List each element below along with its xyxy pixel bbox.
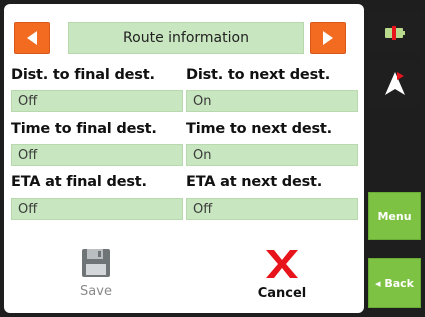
dist-final-toggle[interactable]: Off bbox=[11, 90, 183, 112]
time-final-toggle[interactable]: Off bbox=[11, 144, 183, 166]
prev-page-button[interactable] bbox=[14, 22, 50, 54]
cancel-label: Cancel bbox=[257, 286, 307, 301]
left-arrow-icon bbox=[27, 31, 37, 45]
menu-button[interactable]: Menu bbox=[368, 192, 421, 240]
page-title: Route information bbox=[68, 22, 304, 54]
back-button[interactable]: ◂ Back bbox=[368, 258, 421, 308]
dist-next-toggle[interactable]: On bbox=[186, 90, 358, 112]
cancel-x-icon bbox=[266, 250, 298, 278]
save-label: Save bbox=[80, 284, 112, 299]
battery-icon bbox=[384, 26, 405, 40]
next-page-button[interactable] bbox=[310, 22, 346, 54]
save-button[interactable]: Save bbox=[66, 248, 126, 299]
route-info-panel: Route information Dist. to final dest. D… bbox=[4, 4, 364, 313]
dist-next-label: Dist. to next dest. bbox=[186, 67, 331, 83]
floppy-disk-icon bbox=[82, 249, 110, 277]
eta-next-toggle[interactable]: Off bbox=[186, 198, 358, 220]
time-next-label: Time to next dest. bbox=[186, 121, 332, 137]
navigation-arrow-icon bbox=[384, 72, 405, 95]
gps-status bbox=[368, 62, 421, 106]
eta-final-label: ETA at final dest. bbox=[11, 174, 147, 190]
cancel-button[interactable]: Cancel bbox=[242, 248, 322, 301]
time-final-label: Time to final dest. bbox=[11, 121, 157, 137]
battery-status bbox=[368, 12, 421, 54]
eta-final-toggle[interactable]: Off bbox=[11, 198, 183, 220]
right-arrow-icon bbox=[323, 31, 333, 45]
dist-final-label: Dist. to final dest. bbox=[11, 67, 155, 83]
eta-next-label: ETA at next dest. bbox=[186, 174, 323, 190]
time-next-toggle[interactable]: On bbox=[186, 144, 358, 166]
sidebar: Menu ◂ Back bbox=[368, 4, 421, 313]
